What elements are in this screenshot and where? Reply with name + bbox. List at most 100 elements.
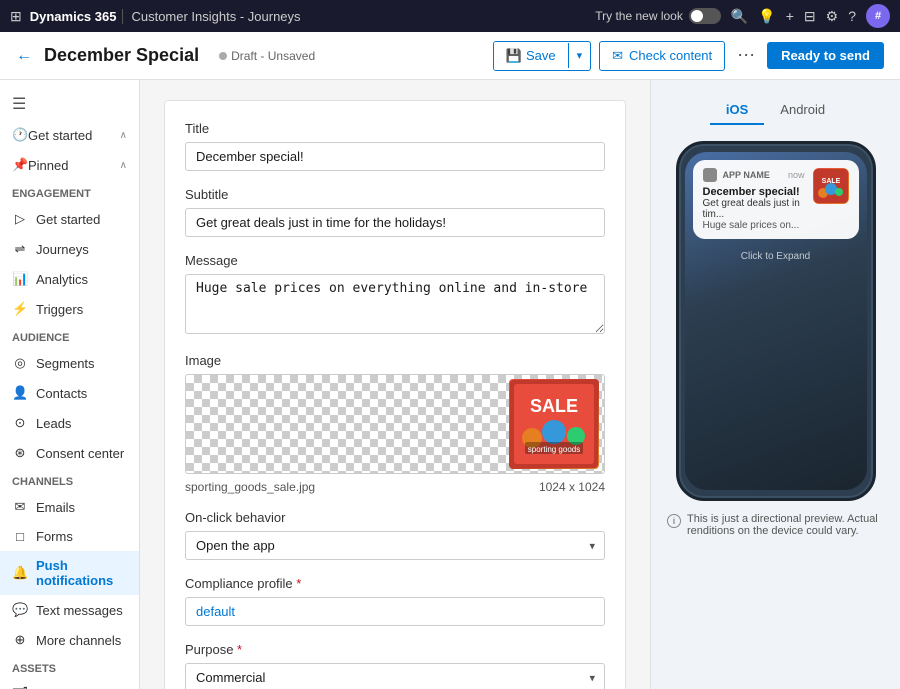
sidebar-item-analytics[interactable]: 📊 Analytics [0,264,139,294]
contacts-label: Contacts [36,386,87,401]
tab-ios[interactable]: iOS [710,96,764,125]
svg-text:sporting goods: sporting goods [528,445,580,454]
apps-icon[interactable]: ⊞ [10,8,22,25]
hamburger-icon[interactable]: ☰ [0,88,139,120]
onclick-group: On-click behavior Open the app ▾ [185,510,605,560]
sidebar-item-emails[interactable]: ✉ Emails [0,492,139,522]
sidebar-item-pinned[interactable]: 📌 Pinned ∧ [0,150,139,180]
topbar: ⊞ Dynamics 365 Customer Insights - Journ… [0,0,900,32]
svg-text:SALE: SALE [530,396,578,416]
back-button[interactable]: ← [16,47,32,65]
sidebar-item-leads[interactable]: ⊙ Leads [0,408,139,438]
notification-content: APP NAME now December special! Get great… [703,168,805,231]
recent-label: Get started [28,128,92,143]
save-label: Save [526,48,556,63]
text-messages-icon: 💬 [12,602,28,618]
subtitle-group: Subtitle [185,187,605,237]
journeys-icon: ⇌ [12,241,28,257]
sidebar-item-more-channels[interactable]: ⊕ More channels [0,625,139,655]
check-content-label: Check content [629,48,712,63]
purpose-label: Purpose * [185,642,605,657]
message-textarea[interactable]: Huge sale prices on everything online an… [185,274,605,334]
push-notifications-label: Push notifications [36,558,127,588]
help-icon[interactable]: ? [848,8,856,24]
app-name: Customer Insights - Journeys [122,9,300,24]
save-button-group: 💾 Save ▾ [493,41,591,71]
status-indicator [219,52,227,60]
main-layout: ☰ 🕐 Get started ∧ 📌 Pinned ∧ Engagement … [0,80,900,689]
sidebar-item-journeys[interactable]: ⇌ Journeys [0,234,139,264]
onclick-label: On-click behavior [185,510,605,525]
analytics-label: Analytics [36,272,88,287]
sidebar-item-segments[interactable]: ◎ Segments [0,348,139,378]
new-look-toggle[interactable]: Try the new look [595,8,721,24]
sidebar-item-consent-center[interactable]: ⊛ Consent center [0,438,139,468]
triggers-label: Triggers [36,302,83,317]
image-label: Image [185,353,605,368]
message-label: Message [185,253,605,268]
purpose-select[interactable]: Commercial [185,663,605,689]
image-filename: sporting_goods_sale.jpg [185,480,315,494]
compliance-label: Compliance profile * [185,576,605,591]
sidebar-item-recent[interactable]: 🕐 Get started ∧ [0,120,139,150]
title-label: Title [185,121,605,136]
filter-icon[interactable]: ⊟ [804,8,816,25]
sidebar-item-contacts[interactable]: 👤 Contacts [0,378,139,408]
more-channels-label: More channels [36,633,121,648]
push-notifications-icon: 🔔 [12,565,28,581]
avatar[interactable]: # [866,4,890,28]
pinned-expand-icon: ∧ [120,160,127,171]
engagement-section-label: Engagement [0,180,139,204]
plus-icon[interactable]: + [786,8,794,24]
sidebar-item-get-started[interactable]: ▷ Get started [0,204,139,234]
forms-label: Forms [36,529,73,544]
notif-app-name: APP NAME [723,170,782,180]
get-started-label: Get started [36,212,100,227]
toggle-switch[interactable] [689,8,721,24]
toolbar-actions: 💾 Save ▾ ✉ Check content ⋯ Ready to send [493,41,884,71]
image-meta: sporting_goods_sale.jpg 1024 x 1024 [185,480,605,494]
image-group: Image SALE sportin [185,353,605,494]
purpose-select-wrapper: Commercial ▾ [185,663,605,689]
image-area[interactable]: SALE sporting goods [185,374,605,474]
topbar-right: Try the new look 🔍 💡 + ⊟ ⚙ ? # [595,4,890,28]
title-input[interactable] [185,142,605,171]
text-messages-label: Text messages [36,603,123,618]
phone-screen: APP NAME now December special! Get great… [685,152,867,490]
settings-icon[interactable]: ⚙ [826,8,839,25]
notif-subtitle: Get great deals just in tim... [703,198,805,220]
more-options-button[interactable]: ⋯ [733,45,759,66]
sale-image: SALE sporting goods [509,379,599,469]
onclick-select[interactable]: Open the app [185,531,605,560]
notification-card: APP NAME now December special! Get great… [693,160,859,239]
leads-icon: ⊙ [12,415,28,431]
subtitle-input[interactable] [185,208,605,237]
image-overlay: SALE sporting goods [504,375,604,473]
status-text: Draft - Unsaved [231,49,315,63]
notif-thumbnail: SALE [813,168,849,204]
save-dropdown-button[interactable]: ▾ [568,43,591,68]
ready-to-send-button[interactable]: Ready to send [767,42,884,69]
sidebar-item-forms[interactable]: □ Forms [0,522,139,551]
subtitle-label: Subtitle [185,187,605,202]
check-icon: ✉ [612,48,623,64]
preview-panel: iOS Android APP NAME now December specia… [650,80,900,689]
sidebar-item-triggers[interactable]: ⚡ Triggers [0,294,139,324]
lightbulb-icon[interactable]: 💡 [758,8,775,25]
notif-app-row: APP NAME now [703,168,805,182]
search-icon[interactable]: 🔍 [731,8,748,25]
compliance-required: * [296,576,301,591]
onclick-select-wrapper: Open the app ▾ [185,531,605,560]
sidebar-item-push-notifications[interactable]: 🔔 Push notifications [0,551,139,595]
assets-section-label: Assets [0,655,139,679]
check-content-button[interactable]: ✉ Check content [599,41,725,71]
pinned-label: Pinned [28,158,68,173]
info-circle-icon: i [667,514,681,528]
preview-note-text: This is just a directional preview. Actu… [687,513,884,537]
sidebar-item-text-messages[interactable]: 💬 Text messages [0,595,139,625]
sidebar: ☰ 🕐 Get started ∧ 📌 Pinned ∧ Engagement … [0,80,140,689]
compliance-input[interactable] [185,597,605,626]
save-button[interactable]: 💾 Save [494,42,568,70]
sidebar-item-library[interactable]: 🗂 Library [0,679,139,689]
tab-android[interactable]: Android [764,96,841,125]
